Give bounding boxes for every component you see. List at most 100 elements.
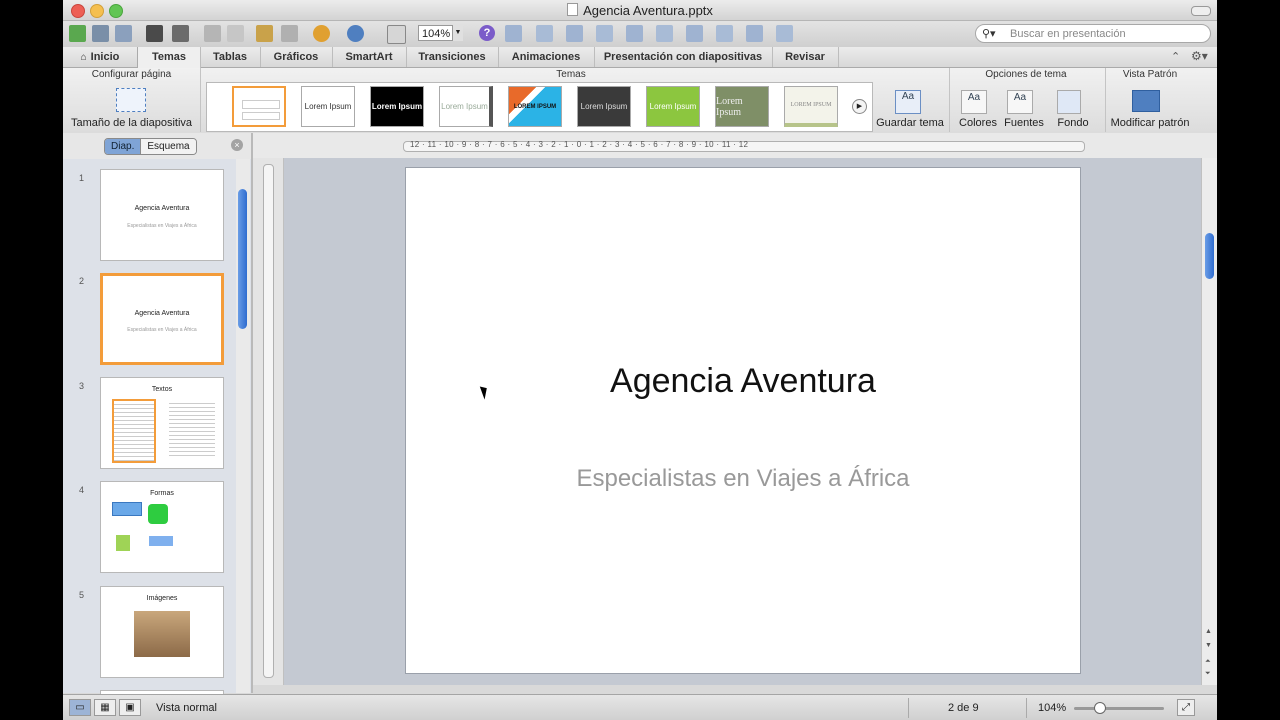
- tab-presentacion[interactable]: Presentación con diapositivas: [594, 47, 773, 67]
- theme-thumbnail-8[interactable]: Lorem Ipsum: [715, 86, 769, 127]
- ribbon-temas: Configurar página Tamaño de la diapositi…: [63, 68, 1217, 134]
- slide-counter: 2 de 9: [948, 702, 979, 714]
- horizontal-ruler: 12 · 11 · 10 · 9 · 8 · 7 · 6 · 5 · 4 · 3…: [253, 133, 1217, 159]
- align-middle-icon[interactable]: [686, 25, 703, 42]
- theme-thumbnail-5[interactable]: LOREM IPSUM: [508, 86, 562, 127]
- redo-icon[interactable]: [347, 25, 364, 42]
- theme-thumbnail-9[interactable]: LOREM IPSUM: [784, 86, 838, 127]
- thumb-title: Textos: [151, 386, 173, 393]
- tab-transiciones[interactable]: Transiciones: [406, 47, 499, 67]
- arrange-icon[interactable]: [776, 25, 793, 42]
- scroll-up-icon[interactable]: ▲: [1205, 628, 1212, 635]
- search-placeholder: Buscar en presentación: [1010, 28, 1126, 40]
- align-bottom-icon[interactable]: [716, 25, 733, 42]
- panel-view-switch: Diap. Esquema: [104, 138, 197, 155]
- align-center-icon[interactable]: [596, 25, 613, 42]
- format-painter-icon[interactable]: [281, 25, 298, 42]
- help-icon[interactable]: ?: [479, 25, 495, 41]
- tab-temas[interactable]: Temas: [137, 47, 201, 68]
- save-theme-icon[interactable]: Aa: [895, 90, 921, 114]
- toolbar-toggle-button[interactable]: [1191, 6, 1211, 16]
- tab-slides[interactable]: Diap.: [105, 139, 141, 154]
- cut-icon[interactable]: [204, 25, 221, 42]
- close-panel-icon[interactable]: ×: [231, 139, 243, 151]
- align-top-icon[interactable]: [656, 25, 673, 42]
- slide-title[interactable]: Agencia Aventura: [406, 362, 1080, 401]
- zoom-dropdown-icon[interactable]: ▼: [452, 25, 463, 41]
- theme-thumbnail-7[interactable]: Lorem Ipsum: [646, 86, 700, 127]
- thumb-title: Agencia Aventura: [134, 205, 190, 212]
- theme-thumbnail-6[interactable]: Lorem Ipsum: [577, 86, 631, 127]
- open-icon[interactable]: [115, 25, 132, 42]
- thumb-rectangle-shape: [112, 502, 142, 516]
- new-icon[interactable]: [69, 25, 86, 42]
- collapse-ribbon-icon[interactable]: ⌃: [1171, 50, 1180, 63]
- group-icon[interactable]: [505, 25, 522, 42]
- tab-animaciones[interactable]: Animaciones: [498, 47, 595, 67]
- fonts-icon[interactable]: Aa: [1007, 90, 1033, 114]
- sorter-view-icon[interactable]: ▦: [94, 699, 116, 716]
- view-mode-label: Vista normal: [156, 702, 217, 714]
- zoom-slider-knob[interactable]: [1094, 702, 1106, 714]
- align-icon[interactable]: [536, 25, 553, 42]
- thumb-arrow-shape: [149, 536, 173, 546]
- gallery-next-icon[interactable]: ▶: [852, 99, 867, 114]
- canvas-scrollbar[interactable]: ▲ ▼ ⏶ ⏷: [1201, 158, 1217, 685]
- theme-thumbnail-2[interactable]: Lorem Ipsum: [301, 86, 355, 127]
- slide-subtitle[interactable]: Especialistas en Viajes a África: [406, 465, 1080, 493]
- colors-icon[interactable]: Aa: [961, 90, 987, 114]
- previous-slide-icon[interactable]: ⏶: [1205, 658, 1211, 666]
- canvas-scroll-thumb[interactable]: [1205, 233, 1214, 279]
- tab-outline[interactable]: Esquema: [140, 139, 196, 154]
- slideshow-view-icon[interactable]: ▣: [119, 699, 141, 716]
- group-themes-heading: Temas: [556, 69, 586, 80]
- fonts-button[interactable]: Fuentes: [997, 117, 1051, 129]
- slide-thumbnail-1[interactable]: Agencia Aventura Especialistas en Viajes…: [100, 169, 224, 261]
- scroll-down-icon[interactable]: ▼: [1205, 642, 1212, 649]
- align-right-icon[interactable]: [626, 25, 643, 42]
- tab-graficos[interactable]: Gráficos: [260, 47, 333, 67]
- slide-number: 2: [79, 276, 85, 286]
- paste-icon[interactable]: [256, 25, 273, 42]
- current-slide[interactable]: Agencia Aventura Especialistas en Viajes…: [405, 167, 1081, 674]
- save-theme-button[interactable]: Guardar tema: [875, 117, 945, 129]
- group-config-heading: Configurar página: [91, 69, 172, 80]
- divider: [1026, 698, 1027, 718]
- normal-view-icon[interactable]: ▭: [69, 699, 91, 716]
- slide-layout-icon[interactable]: [387, 25, 406, 44]
- templates-icon[interactable]: [92, 25, 109, 42]
- status-bar: ▭ ▦ ▣ Vista normal 2 de 9 104% ⤢: [63, 694, 1217, 720]
- distribute-icon[interactable]: [746, 25, 763, 42]
- next-slide-icon[interactable]: ⏷: [1205, 670, 1211, 678]
- fit-window-icon[interactable]: ⤢: [1177, 699, 1195, 716]
- align-left-icon[interactable]: [566, 25, 583, 42]
- background-button[interactable]: Fondo: [1046, 117, 1100, 129]
- slide-thumbnail-3[interactable]: Textos: [100, 377, 224, 469]
- master-view-icon[interactable]: [1132, 90, 1160, 112]
- tab-tablas[interactable]: Tablas: [200, 47, 261, 67]
- tab-inicio[interactable]: ⌂ Inicio: [63, 47, 138, 67]
- search-field[interactable]: ⚲▾ Buscar en presentación: [975, 24, 1211, 43]
- print-icon[interactable]: [172, 25, 189, 42]
- gear-icon[interactable]: ⚙▾: [1191, 49, 1208, 63]
- theme-thumbnail-4[interactable]: Lorem Ipsum: [439, 86, 493, 127]
- slide-number: 3: [79, 381, 85, 391]
- background-fill-icon[interactable]: [1057, 90, 1081, 114]
- slide-size-button[interactable]: Tamaño de la diapositiva: [63, 117, 200, 129]
- theme-thumbnail-1[interactable]: [232, 86, 286, 127]
- ruler-labels: 12 · 11 · 10 · 9 · 8 · 7 · 6 · 5 · 4 · 3…: [410, 140, 749, 149]
- slide-thumbnail-4[interactable]: Formas: [100, 481, 224, 573]
- theme-thumbnail-3[interactable]: Lorem Ipsum: [370, 86, 424, 127]
- tab-revisar[interactable]: Revisar: [772, 47, 839, 67]
- slide-thumbnail-2[interactable]: Agencia Aventura Especialistas en Viajes…: [100, 273, 224, 365]
- zoom-slider[interactable]: [1074, 707, 1164, 710]
- tab-smartart[interactable]: SmartArt: [332, 47, 407, 67]
- panel-scroll-thumb[interactable]: [238, 189, 247, 329]
- edit-master-button[interactable]: Modificar patrón: [1105, 117, 1195, 129]
- slide-thumbnail-5[interactable]: Imágenes: [100, 586, 224, 678]
- undo-icon[interactable]: [313, 25, 330, 42]
- copy-icon[interactable]: [227, 25, 244, 42]
- slides-panel: Diap. Esquema × 1 Agencia Aventura Espec…: [63, 133, 251, 700]
- save-icon[interactable]: [146, 25, 163, 42]
- slide-size-icon[interactable]: [116, 88, 146, 112]
